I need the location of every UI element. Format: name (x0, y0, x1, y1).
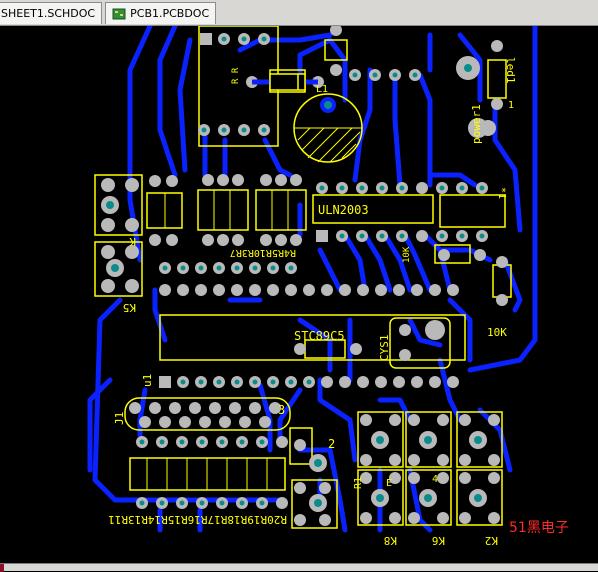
u1-label: u1 (141, 374, 154, 387)
pin1-label: 1 (508, 100, 514, 111)
resistor-10k-vertical-label: 10K (402, 246, 412, 263)
status-strip (0, 563, 598, 572)
tab-sheet1-schdoc[interactable]: SHEET1.SCHDOC (0, 2, 103, 24)
switch-k8-label: K8 (384, 534, 397, 547)
switch-k6-label: K6 (432, 534, 445, 547)
h1-label: *1 (496, 187, 507, 199)
rr-label: R R (231, 67, 241, 84)
pin2-label: 2 (328, 437, 335, 451)
resistor-10k-label: 10K (487, 326, 507, 339)
pcb-document-icon (112, 8, 126, 20)
electrolytic-capacitor (293, 93, 363, 163)
document-tab-bar: SHEET1.SCHDOC PCB1.PCBDOC (0, 0, 598, 26)
watermark-text: 51黑电子 (509, 520, 569, 536)
resistor-bank-label: R4R5R10R3R7 (230, 247, 296, 258)
stc89c5-label: STC89C5 (294, 329, 345, 343)
j1-label: J1 (113, 412, 126, 425)
pcb-layout-drawing: ULN2003 STC89C5 10K 10K CYS1 R4R5R10R3R7… (87, 26, 538, 547)
switch-k5-label: K5 (123, 301, 136, 314)
uln2003-label: ULN2003 (318, 203, 369, 217)
pcb-canvas[interactable]: ULN2003 STC89C5 10K 10K CYS1 R4R5R10R3R7… (0, 26, 598, 563)
led1-label: led1 (504, 57, 517, 84)
tab-label-sheet1: SHEET1.SCHDOC (1, 7, 96, 20)
pin4-label: 4 (432, 474, 438, 485)
l1-label: L1 (316, 84, 328, 95)
resistor-row-label: R20R19R18R17R16R15R14R13R11 (108, 513, 287, 526)
diode-component (252, 73, 318, 91)
tab-pcb1-pcbdoc[interactable]: PCB1.PCBDOC (105, 2, 217, 24)
power1-label: power1 (470, 104, 483, 144)
silkscreen-text: ULN2003 STC89C5 10K 10K CYS1 R4R5R10R3R7… (108, 57, 517, 547)
e-label: E (386, 478, 392, 489)
crystal-label: CYS1 (378, 335, 391, 362)
switch-k2-label: K2 (485, 534, 498, 547)
k-label: K (129, 235, 136, 248)
tab-label-pcb1: PCB1.PCBDOC (130, 7, 210, 20)
r1-label: R1 (353, 477, 364, 489)
pin3-label: 3 (278, 403, 285, 417)
